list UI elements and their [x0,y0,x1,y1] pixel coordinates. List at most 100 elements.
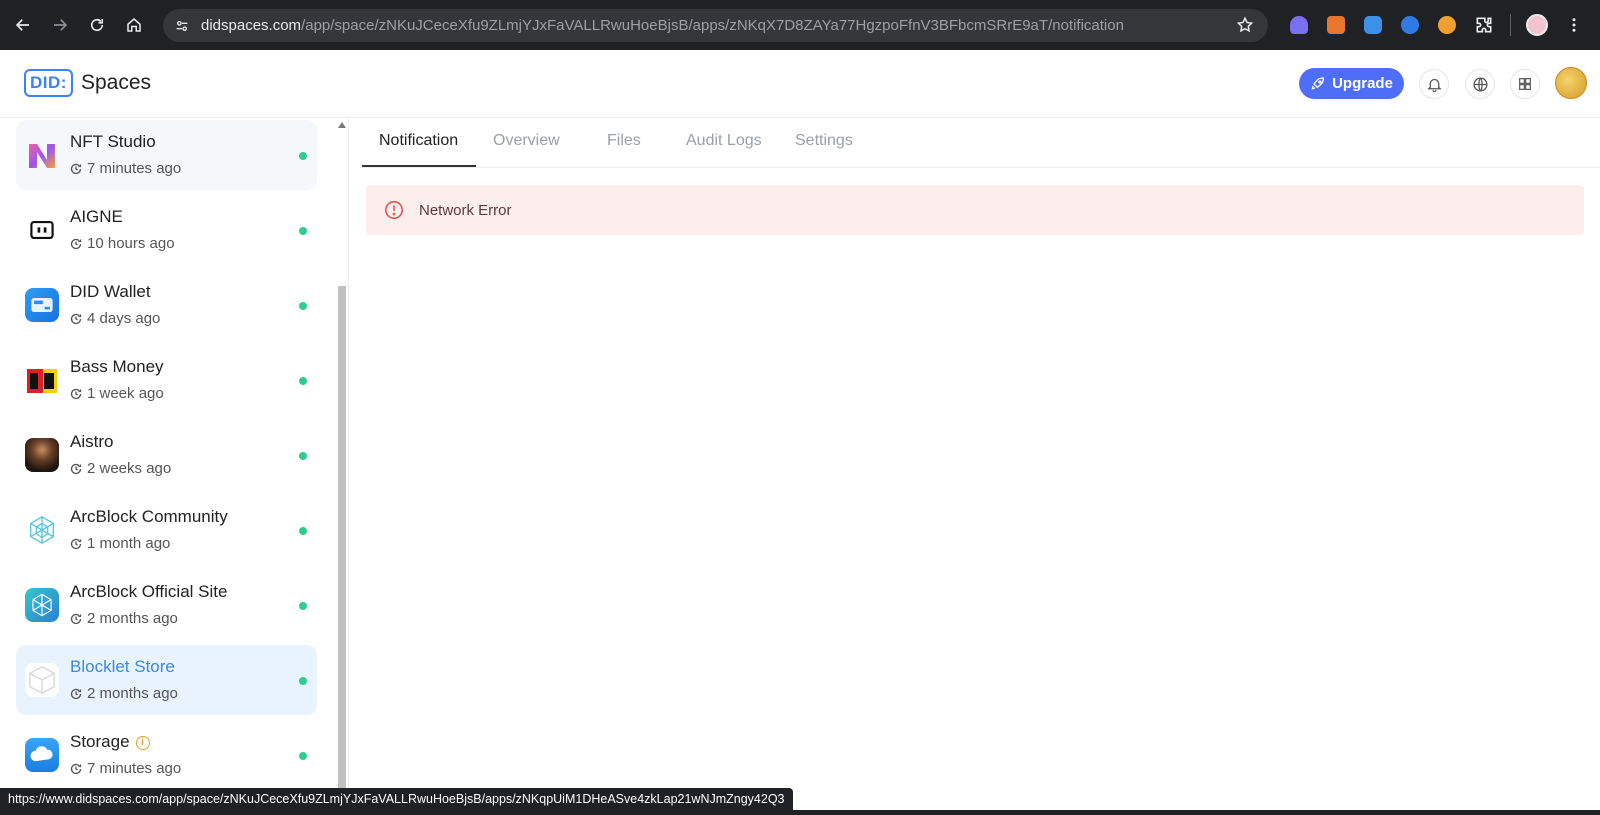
bookmark-star-icon[interactable] [1236,16,1254,39]
app-time: 2 months ago [70,685,178,702]
puzzle-extension-icon[interactable] [1469,8,1499,42]
reload-icon[interactable] [80,8,114,42]
status-online-dot [299,602,307,610]
app-time: 1 week ago [70,385,164,402]
app-title: Blocklet Store [70,657,175,676]
app-time: 1 month ago [70,535,170,552]
scrollbar-thumb[interactable] [338,286,346,796]
error-circle-icon [384,200,404,220]
clock-refresh-icon [70,763,82,774]
status-online-dot [299,752,307,760]
sidebar-item-arcblock-community[interactable]: ArcBlock Community 1 month ago [16,495,317,565]
tab-files[interactable]: Files [607,132,641,150]
app-title: Storage i [70,732,150,752]
status-online-dot [299,152,307,160]
app-title: Aistro [70,432,114,451]
active-tab-indicator [362,165,476,167]
home-icon[interactable] [117,8,151,42]
upgrade-button[interactable]: Upgrade [1299,68,1404,99]
app-tabs: Notification Overview Files Audit Logs S… [362,118,1600,168]
app-logo[interactable]: DID: Spaces [24,69,151,97]
profile-icon[interactable] [1522,8,1552,42]
bell-icon[interactable] [1419,69,1449,99]
status-online-dot [299,452,307,460]
sidebar-item-aigne[interactable]: AIGNE 10 hours ago [16,195,317,265]
extensions-bar [1284,8,1589,42]
chat-extension-icon[interactable] [1395,8,1425,42]
nft-studio-icon [25,138,59,172]
app-time: 7 minutes ago [70,760,181,777]
bass-money-icon [25,363,59,397]
aistro-icon [25,438,59,472]
arcblock-official-icon [25,588,59,622]
upgrade-label: Upgrade [1332,75,1393,92]
clock-refresh-icon [70,238,82,249]
alert-message: Network Error [419,201,512,219]
app-time: 2 weeks ago [70,460,171,477]
sidebar-item-aistro[interactable]: Aistro 2 weeks ago [16,420,317,490]
app-time: 7 minutes ago [70,160,181,177]
scroll-up-icon[interactable] [337,120,347,130]
browser-nav [6,8,151,42]
browser-toolbar: didspaces.com/app/space/zNKuJCeceXfu9ZLm… [0,0,1600,50]
aigne-icon [25,213,59,247]
sidebar-item-blocklet-store[interactable]: Blocklet Store 2 months ago [16,645,317,715]
status-online-dot [299,677,307,685]
blocklet-store-icon [25,663,59,697]
clock-refresh-icon [70,463,82,474]
sidebar-scrollbar[interactable] [337,118,347,796]
address-bar[interactable]: didspaces.com/app/space/zNKuJCeceXfu9ZLm… [163,9,1268,42]
info-badge-icon[interactable]: i [135,735,150,750]
status-online-dot [299,302,307,310]
app-time: 2 months ago [70,610,178,627]
site-settings-icon[interactable] [171,15,193,37]
app-title: Bass Money [70,357,164,376]
app-title: DID Wallet [70,282,151,301]
logo-name: Spaces [80,71,151,94]
globe-icon[interactable] [1465,69,1495,99]
error-alert: Network Error [366,185,1584,235]
app-time: 10 hours ago [70,235,175,252]
back-icon[interactable] [6,8,40,42]
app-time: 4 days ago [70,310,160,327]
app-title: ArcBlock Community [70,507,228,526]
address-url[interactable]: didspaces.com/app/space/zNKuJCeceXfu9ZLm… [201,17,1124,34]
sidebar-item-storage[interactable]: Storage i 7 minutes ago [16,720,317,790]
app-title: AIGNE [70,207,123,226]
ghost-extension-icon[interactable] [1284,8,1314,42]
url-host: didspaces.com [201,17,302,34]
apps-grid-icon[interactable] [1510,69,1540,99]
clock-refresh-icon [70,163,82,174]
storage-icon [25,738,59,772]
swirl-extension-icon[interactable] [1432,8,1462,42]
tab-settings[interactable]: Settings [795,132,853,150]
user-avatar[interactable] [1555,67,1587,99]
sidebar-item-nft-studio[interactable]: NFT Studio 7 minutes ago [16,120,317,190]
did-wallet-icon [25,288,59,322]
sidebar-item-did-wallet[interactable]: DID Wallet 4 days ago [16,270,317,340]
link-preview-status: https://www.didspaces.com/app/space/zNKu… [0,788,793,810]
rocket-icon [1311,76,1325,89]
app-sidebar: NFT Studio 7 minutes ago AIGNE 10 hours … [0,118,349,815]
app-title: ArcBlock Official Site [70,582,228,601]
browser-menu-icon[interactable] [1559,8,1589,42]
sidebar-item-arcblock-official-site[interactable]: ArcBlock Official Site 2 months ago [16,570,317,640]
wallet-extension-icon[interactable] [1358,8,1388,42]
fox-extension-icon[interactable] [1321,8,1351,42]
app-title: NFT Studio [70,132,156,151]
forward-icon[interactable] [43,8,77,42]
tab-audit-logs[interactable]: Audit Logs [686,132,762,150]
url-path: /app/space/zNKuJCeceXfu9ZLmjYJxFaVALLRwu… [301,17,1124,34]
status-online-dot [299,377,307,385]
status-online-dot [299,227,307,235]
clock-refresh-icon [70,688,82,699]
sidebar-item-bass-money[interactable]: Bass Money 1 week ago [16,345,317,415]
tab-overview[interactable]: Overview [493,132,560,150]
clock-refresh-icon [70,613,82,624]
status-online-dot [299,527,307,535]
arcblock-community-icon [25,513,59,547]
clock-refresh-icon [70,538,82,549]
clock-refresh-icon [70,388,82,399]
tab-notification[interactable]: Notification [379,132,458,150]
window-bottom-edge [0,810,1600,815]
